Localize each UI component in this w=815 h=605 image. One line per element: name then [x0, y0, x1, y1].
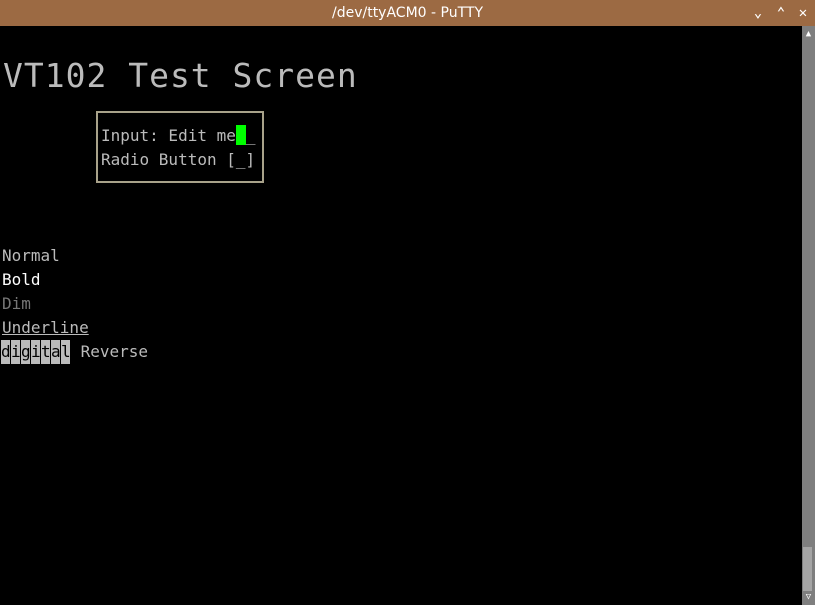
- title-bar: /dev/ttyACM0 - PuTTY: [0, 0, 815, 26]
- input-placeholder: _: [245, 126, 256, 145]
- scroll-down-arrow-icon[interactable]: ▽: [802, 591, 815, 603]
- underline-text: Underline: [2, 318, 89, 337]
- bold-text: Bold: [2, 270, 41, 289]
- scroll-up-arrow-icon[interactable]: ▲: [802, 28, 815, 40]
- scrollbar-thumb[interactable]: [803, 547, 812, 591]
- input-text: Input: Edit me: [101, 126, 236, 145]
- reverse-label: Reverse: [71, 342, 149, 361]
- reverse-char: i: [31, 340, 41, 364]
- maximize-button[interactable]: ⌃: [770, 0, 792, 26]
- terminal[interactable]: VT102 Test Screen Input: Edit me _ Radio …: [0, 26, 802, 605]
- scrollbar[interactable]: ▲ ▽: [802, 26, 815, 605]
- dim-text: Dim: [2, 294, 31, 313]
- radio-button[interactable]: Radio Button [_]: [101, 148, 255, 172]
- reverse-char: d: [1, 340, 11, 364]
- close-button[interactable]: ✕: [792, 0, 814, 26]
- reverse-char: t: [41, 340, 51, 364]
- reverse-line: digital Reverse: [1, 340, 148, 364]
- reverse-char: a: [51, 340, 61, 364]
- window-title: /dev/ttyACM0 - PuTTY: [331, 5, 483, 21]
- input-field[interactable]: Input: Edit me _: [101, 124, 256, 148]
- reverse-char: l: [61, 340, 71, 364]
- minimize-button[interactable]: ⌄: [747, 0, 769, 26]
- reverse-char: g: [21, 340, 31, 364]
- reverse-char: i: [11, 340, 21, 364]
- screen-heading: VT102 Test Screen: [3, 56, 358, 95]
- normal-text: Normal: [2, 246, 60, 265]
- cursor: [235, 125, 246, 145]
